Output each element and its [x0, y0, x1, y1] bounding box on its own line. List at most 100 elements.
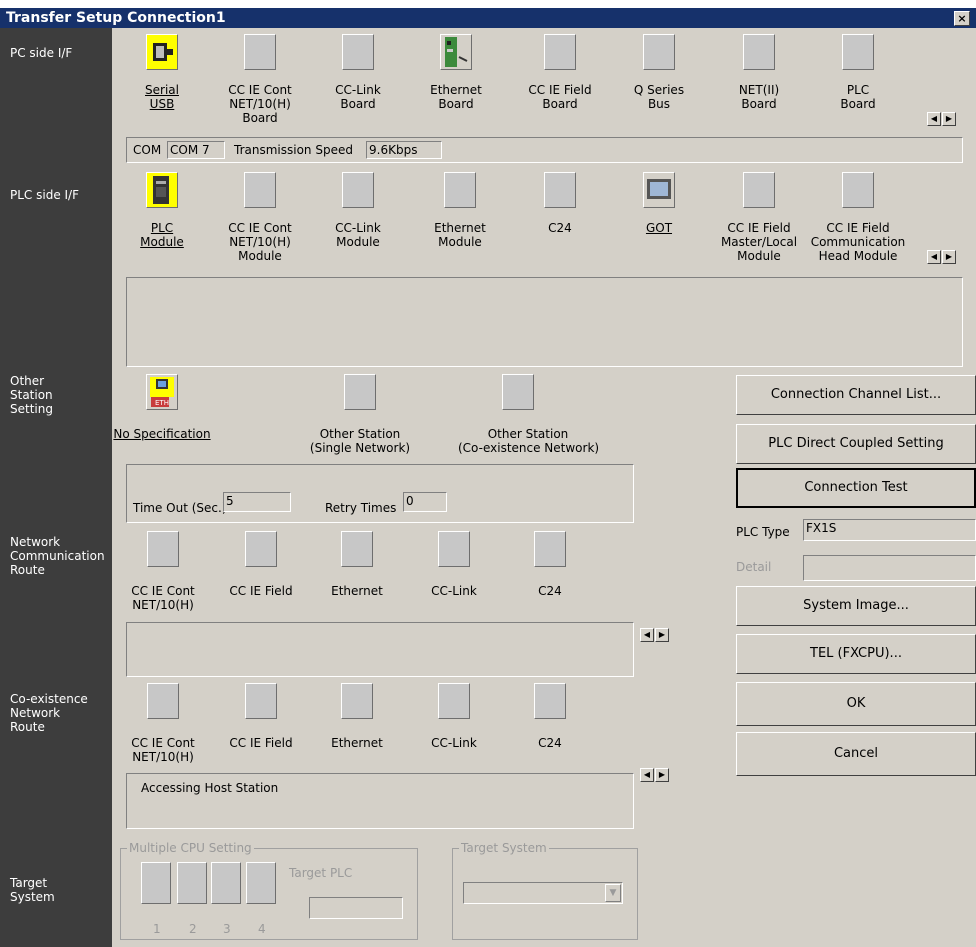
- pc-if-label-plc-board: PLC Board: [840, 83, 876, 111]
- plc-if-label-plc-module[interactable]: PLC Module: [112, 221, 212, 249]
- ok-button[interactable]: OK: [736, 682, 976, 726]
- plc-if-scroll[interactable]: ◀ ▶: [927, 250, 959, 264]
- ccie-field-master-icon[interactable]: [743, 172, 775, 208]
- no-specification-icon[interactable]: ETH: [146, 374, 178, 410]
- pc-if-label-q-series: Q Series Bus: [633, 83, 685, 111]
- other-station-coexist-icon[interactable]: [502, 374, 534, 410]
- com-field[interactable]: COM 7: [167, 141, 225, 159]
- scroll-left-icon[interactable]: ◀: [927, 250, 941, 264]
- pc-if-label-ccie-field: CC IE Field Board: [528, 83, 592, 111]
- network-route-scroll[interactable]: ◀ ▶: [640, 628, 672, 642]
- plc-if-label-c24: C24: [548, 221, 572, 235]
- route-label-c24: C24: [538, 584, 562, 598]
- route-c24-icon[interactable]: [534, 531, 566, 567]
- other-station-label-single: Other Station (Single Network): [309, 427, 411, 455]
- target-system-select: ▼: [463, 882, 623, 904]
- pc-if-scroll[interactable]: ◀ ▶: [927, 112, 959, 126]
- pc-if-label-serial-usb[interactable]: Serial USB: [112, 83, 212, 111]
- ccie-cont-board-icon[interactable]: [244, 34, 276, 70]
- coexist-c24-icon[interactable]: [534, 683, 566, 719]
- svg-text:ETH: ETH: [155, 399, 169, 407]
- scroll-right-icon[interactable]: ▶: [942, 112, 956, 126]
- plc-module-icon[interactable]: [146, 172, 178, 208]
- dialog-body: PC side I/F PLC side I/F Other Station S…: [0, 28, 976, 947]
- got-icon[interactable]: [643, 172, 675, 208]
- other-station-label-no-spec[interactable]: No Specification: [112, 427, 212, 441]
- plc-if-label-ccie-field-head: CC IE Field Communication Head Module: [810, 221, 906, 263]
- ccie-field-head-icon[interactable]: [842, 172, 874, 208]
- net-ii-board-icon[interactable]: [743, 34, 775, 70]
- scroll-right-icon[interactable]: ▶: [655, 628, 669, 642]
- ccie-cont-module-icon[interactable]: [244, 172, 276, 208]
- serial-usb-icon[interactable]: [146, 34, 178, 70]
- cpu-3-button: [211, 862, 241, 904]
- multi-cpu-caption: Multiple CPU Setting: [127, 841, 254, 855]
- plc-if-label-ccie-field-master: CC IE Field Master/Local Module: [720, 221, 798, 263]
- coexist-route-scroll[interactable]: ◀ ▶: [640, 768, 672, 782]
- other-station-single-icon[interactable]: [344, 374, 376, 410]
- target-system-caption: Target System: [459, 841, 549, 855]
- coexist-label-ethernet: Ethernet: [331, 736, 383, 750]
- plc-type-field[interactable]: FX1S: [803, 519, 976, 541]
- target-plc-field: [309, 897, 403, 919]
- q-series-bus-icon[interactable]: [643, 34, 675, 70]
- ethernet-board-icon[interactable]: [440, 34, 472, 70]
- route-label-ccie-cont: CC IE Cont NET/10(H): [131, 584, 195, 612]
- route-label-cclink: CC-Link: [431, 584, 477, 598]
- pc-if-label-cclink: CC-Link Board: [335, 83, 381, 111]
- cpu-number-2: 2: [189, 922, 197, 936]
- scroll-left-icon[interactable]: ◀: [640, 768, 654, 782]
- route-ccie-field-icon[interactable]: [245, 531, 277, 567]
- coexist-label-cclink: CC-Link: [431, 736, 477, 750]
- connection-test-button[interactable]: Connection Test: [736, 468, 976, 508]
- scroll-right-icon[interactable]: ▶: [655, 768, 669, 782]
- cancel-button[interactable]: Cancel: [736, 732, 976, 776]
- ccie-field-board-icon[interactable]: [544, 34, 576, 70]
- multi-cpu-group: Multiple CPU Setting 1 2 3 4 Target PLC: [120, 841, 418, 940]
- coexist-info-text: Accessing Host Station: [141, 781, 279, 795]
- scroll-right-icon[interactable]: ▶: [942, 250, 956, 264]
- scroll-left-icon[interactable]: ◀: [927, 112, 941, 126]
- pc-if-settings-box: COM COM 7 Transmission Speed 9.6Kbps: [126, 137, 963, 163]
- plc-if-label-got[interactable]: GOT: [609, 221, 709, 235]
- route-ccie-cont-icon[interactable]: [147, 531, 179, 567]
- coexist-label-ccie-cont: CC IE Cont NET/10(H): [131, 736, 195, 764]
- cpu-4-button: [246, 862, 276, 904]
- plc-board-icon[interactable]: [842, 34, 874, 70]
- cclink-module-icon[interactable]: [342, 172, 374, 208]
- close-button[interactable]: ×: [954, 11, 970, 26]
- c24-module-icon[interactable]: [544, 172, 576, 208]
- system-image-button[interactable]: System Image...: [736, 586, 976, 626]
- scroll-left-icon[interactable]: ◀: [640, 628, 654, 642]
- cpu-number-3: 3: [223, 922, 231, 936]
- cclink-board-icon[interactable]: [342, 34, 374, 70]
- target-plc-label: Target PLC: [289, 866, 353, 880]
- timeout-field[interactable]: 5: [223, 492, 291, 512]
- retry-field[interactable]: 0: [403, 492, 447, 512]
- coexist-ccie-cont-icon[interactable]: [147, 683, 179, 719]
- label-target-system: Target System: [10, 876, 55, 904]
- coexist-cclink-icon[interactable]: [438, 683, 470, 719]
- route-ethernet-icon[interactable]: [341, 531, 373, 567]
- label-other-station: Other Station Setting: [10, 374, 53, 416]
- ethernet-module-icon[interactable]: [444, 172, 476, 208]
- coexist-ccie-field-icon[interactable]: [245, 683, 277, 719]
- tel-fxcpu-button[interactable]: TEL (FXCPU)...: [736, 634, 976, 674]
- speed-field[interactable]: 9.6Kbps: [366, 141, 442, 159]
- label-pc-side: PC side I/F: [10, 46, 73, 60]
- label-plc-side: PLC side I/F: [10, 188, 79, 202]
- plc-if-label-ethernet: Ethernet Module: [434, 221, 486, 249]
- pc-if-label-ethernet: Ethernet Board: [430, 83, 482, 111]
- plc-if-label-ccie-cont: CC IE Cont NET/10(H) Module: [228, 221, 292, 263]
- detail-label: Detail: [736, 560, 772, 574]
- pc-if-label-net-ii: NET(II) Board: [738, 83, 780, 111]
- detail-field: [803, 555, 976, 581]
- chevron-down-icon: ▼: [605, 884, 621, 902]
- network-route-settings-box: [126, 622, 634, 677]
- route-cclink-icon[interactable]: [438, 531, 470, 567]
- route-label-ccie-field: CC IE Field: [229, 584, 293, 598]
- coexist-ethernet-icon[interactable]: [341, 683, 373, 719]
- connection-channel-list-button[interactable]: Connection Channel List...: [736, 375, 976, 415]
- plc-direct-coupled-button[interactable]: PLC Direct Coupled Setting: [736, 424, 976, 464]
- top-strip: [0, 0, 976, 8]
